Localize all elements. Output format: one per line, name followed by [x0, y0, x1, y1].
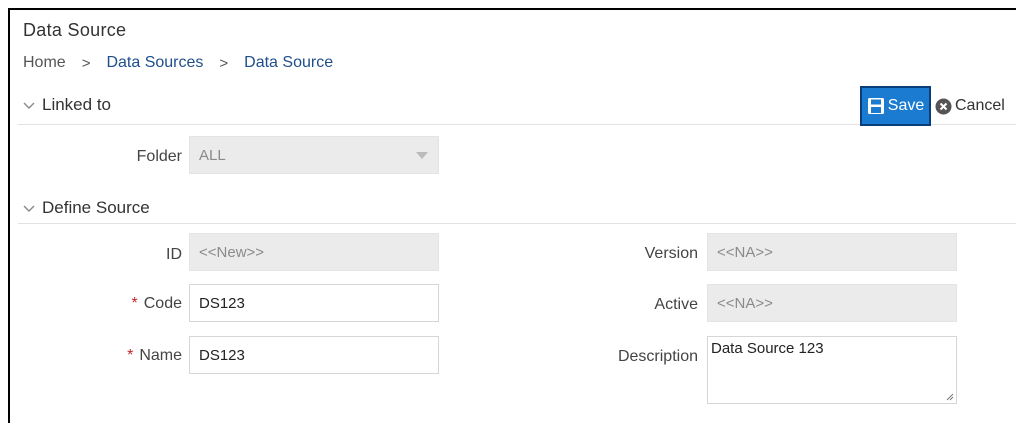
breadcrumb: Home > Data Sources > Data Source	[23, 54, 333, 72]
active-field: <<NA>>	[707, 284, 957, 322]
version-field: <<NA>>	[707, 233, 957, 271]
description-textarea[interactable]: Data Source 123	[707, 336, 957, 404]
resize-grip-icon[interactable]	[946, 393, 954, 401]
name-label: Name	[139, 347, 182, 364]
save-button[interactable]: Save	[860, 86, 931, 126]
section-define-source-toggle[interactable]: Define Source	[21, 198, 150, 218]
version-label: Version	[644, 245, 698, 262]
breadcrumb-data-sources[interactable]: Data Sources	[106, 54, 203, 72]
section-define-source-title: Define Source	[42, 198, 150, 217]
description-label: Description	[617, 348, 698, 365]
page-title: Data Source	[23, 20, 127, 40]
cancel-label: Cancel	[955, 97, 1005, 114]
id-label: ID	[166, 246, 182, 263]
active-label: Active	[654, 296, 698, 313]
name-input[interactable]: DS123	[189, 336, 439, 374]
name-value: DS123	[199, 346, 245, 364]
version-value: <<NA>>	[717, 243, 773, 261]
save-icon	[867, 98, 884, 114]
id-field: <<New>>	[189, 233, 439, 271]
id-value: <<New>>	[199, 243, 265, 261]
app-window: Data Source Home > Data Sources > Data S…	[8, 8, 1016, 423]
folder-value: ALL	[199, 146, 226, 164]
breadcrumb-home[interactable]: Home	[23, 54, 66, 72]
breadcrumb-separator: >	[81, 54, 91, 72]
breadcrumb-current: Data Source	[244, 54, 334, 71]
chevron-down-icon	[23, 102, 35, 109]
folder-label: Folder	[136, 148, 182, 165]
required-marker: *	[131, 295, 138, 312]
cancel-icon	[935, 98, 952, 114]
code-label: Code	[143, 295, 182, 312]
section-divider	[18, 223, 1016, 224]
section-linked-to-title: Linked to	[42, 95, 111, 114]
save-label: Save	[887, 97, 925, 114]
cancel-button[interactable]: Cancel	[935, 86, 1005, 126]
required-marker: *	[127, 347, 134, 364]
description-value: Data Source 123	[711, 340, 824, 357]
dropdown-caret-icon	[416, 152, 428, 159]
section-linked-to-toggle[interactable]: Linked to	[21, 95, 111, 115]
active-value: <<NA>>	[717, 294, 773, 312]
folder-select[interactable]: ALL	[189, 136, 439, 174]
name-label-wrapper: * Name	[100, 347, 182, 365]
code-value: DS123	[199, 294, 245, 312]
code-label-wrapper: * Code	[100, 295, 182, 313]
chevron-down-icon	[23, 205, 35, 212]
code-input[interactable]: DS123	[189, 284, 439, 322]
breadcrumb-separator: >	[219, 54, 229, 72]
